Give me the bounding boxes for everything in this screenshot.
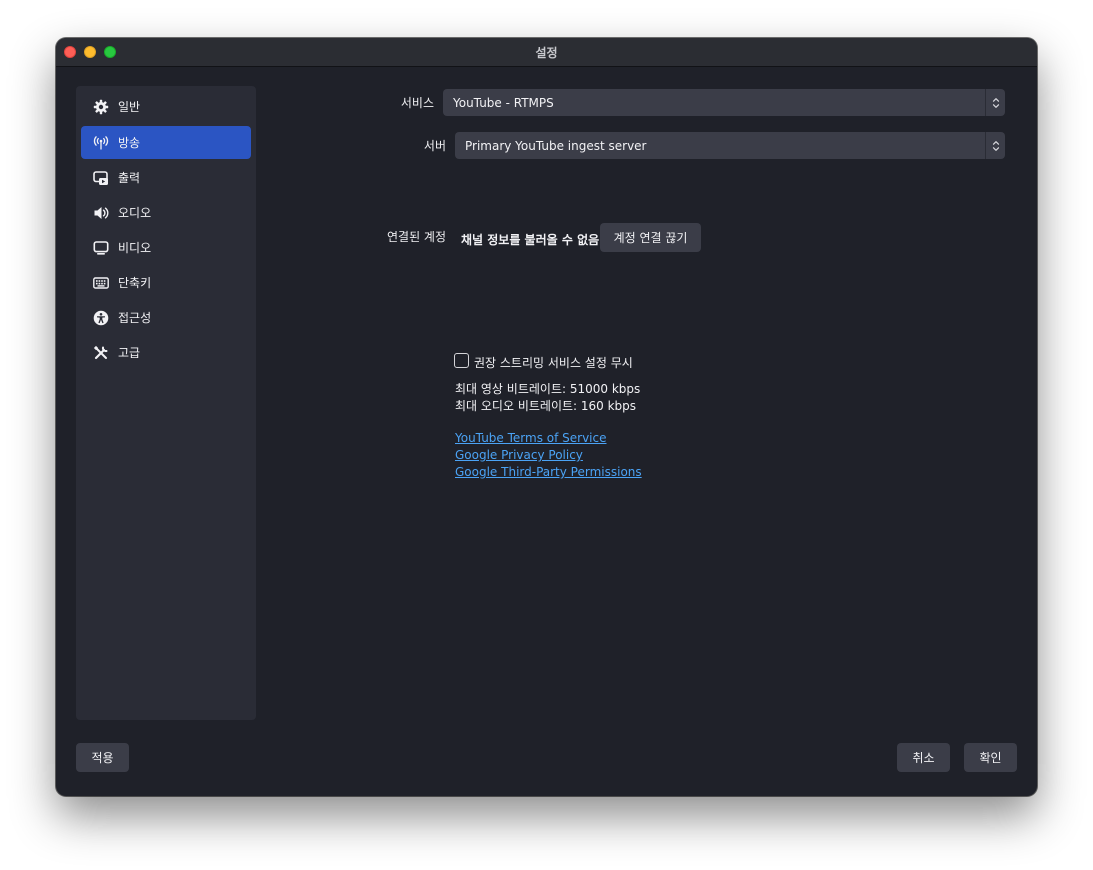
- sidebar-item-label: 출력: [118, 171, 141, 185]
- sidebar-item-accessibility[interactable]: 접근성: [81, 301, 251, 334]
- sidebar-item-advanced[interactable]: 고급: [81, 336, 251, 369]
- settings-sidebar: 일반 방송 출력 오디오 비디오 단축키 접근성 고급: [76, 86, 256, 720]
- sidebar-item-label: 일반: [118, 100, 141, 114]
- connected-account-label: 연결된 계정: [386, 230, 446, 244]
- monitor-icon: [92, 239, 110, 257]
- server-select[interactable]: Primary YouTube ingest server: [455, 132, 1005, 159]
- sidebar-item-label: 비디오: [118, 241, 152, 255]
- service-label: 서비스: [400, 96, 434, 110]
- server-label: 서버: [423, 139, 446, 153]
- google-privacy-link[interactable]: Google Privacy Policy: [455, 448, 583, 462]
- broadcast-antenna-icon: [92, 134, 110, 152]
- sidebar-item-label: 오디오: [118, 206, 152, 220]
- chevron-up-down-icon: [985, 132, 1005, 159]
- chevron-up-down-icon: [985, 89, 1005, 116]
- service-select-value: YouTube - RTMPS: [453, 95, 554, 110]
- ok-button[interactable]: 확인: [964, 743, 1017, 772]
- gear-icon: [92, 98, 110, 116]
- disconnect-account-button[interactable]: 계정 연결 끊기: [600, 223, 701, 252]
- keyboard-icon: [92, 274, 110, 292]
- youtube-terms-link[interactable]: YouTube Terms of Service: [455, 431, 607, 445]
- output-icon: [92, 169, 110, 187]
- speaker-icon: [92, 204, 110, 222]
- google-third-party-permissions-link[interactable]: Google Third-Party Permissions: [455, 465, 642, 479]
- tools-icon: [92, 344, 110, 362]
- sidebar-item-stream[interactable]: 방송: [81, 126, 251, 159]
- settings-window: 설정 일반 방송 출력 오디오 비디오 단축키 접근성 고급 서비스 YouTu…: [56, 38, 1037, 796]
- apply-button[interactable]: 적용: [76, 743, 129, 772]
- sidebar-item-label: 방송: [118, 136, 141, 150]
- account-status-text: 채널 정보를 불러올 수 없음.: [461, 233, 604, 247]
- sidebar-item-video[interactable]: 비디오: [81, 231, 251, 264]
- window-title: 설정: [535, 46, 558, 60]
- accessibility-icon: [92, 309, 110, 327]
- ignore-recommended-label[interactable]: 권장 스트리밍 서비스 설정 무시: [474, 354, 633, 371]
- sidebar-item-general[interactable]: 일반: [81, 90, 251, 123]
- cancel-button[interactable]: 취소: [897, 743, 950, 772]
- title-bar[interactable]: 설정: [56, 38, 1037, 67]
- ignore-recommended-checkbox[interactable]: [454, 353, 469, 368]
- sidebar-item-label: 고급: [118, 346, 141, 360]
- sidebar-item-label: 단축키: [118, 276, 152, 290]
- sidebar-item-label: 접근성: [118, 311, 152, 325]
- service-select[interactable]: YouTube - RTMPS: [443, 89, 1005, 116]
- sidebar-item-hotkeys[interactable]: 단축키: [81, 266, 251, 299]
- sidebar-item-output[interactable]: 출력: [81, 161, 251, 194]
- max-video-bitrate-text: 최대 영상 비트레이트: 51000 kbps: [455, 382, 641, 396]
- server-select-value: Primary YouTube ingest server: [465, 138, 647, 153]
- sidebar-item-audio[interactable]: 오디오: [81, 196, 251, 229]
- max-audio-bitrate-text: 최대 오디오 비트레이트: 160 kbps: [455, 399, 637, 413]
